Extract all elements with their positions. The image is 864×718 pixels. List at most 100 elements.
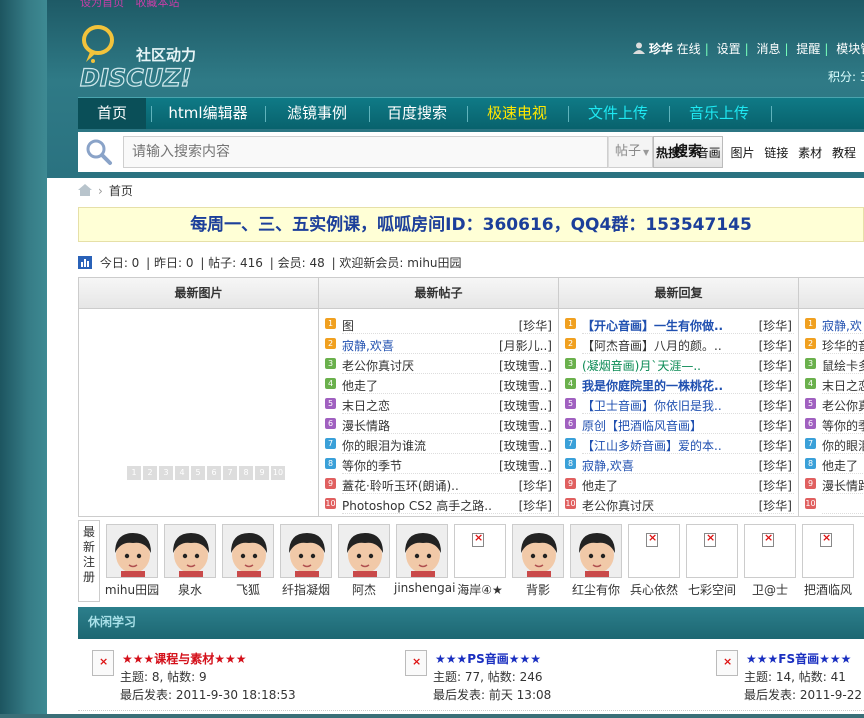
list-item[interactable]: 5 【卫士音画】你依旧是我.. [珍华] [559,394,798,414]
item-author[interactable]: [玫瑰雪..] [499,397,552,414]
item-author[interactable]: [珍华] [519,497,552,514]
nav-fast-tv[interactable]: 极速电视 [474,98,560,129]
member-name[interactable]: 七彩空间 [684,581,740,598]
notifications-link[interactable]: 提醒 [796,42,820,56]
list-item[interactable]: 4 末日之恋 [799,374,864,394]
member-name[interactable]: mihu田园 [104,581,160,598]
pager-number[interactable]: 1 [127,466,141,480]
member-card[interactable]: 飞狐 [220,524,276,598]
set-homepage-link[interactable]: 设为首页 [80,0,124,9]
modules-link[interactable]: 模块管 [836,42,864,56]
list-item[interactable]: 2 寂静,欢喜 [月影儿..] [319,334,558,354]
list-item[interactable]: 4 我是你庭院里的一株桃花.. [珍华] [559,374,798,394]
member-name[interactable]: jinshengai [394,581,455,595]
member-card[interactable]: 兵心依然 [626,524,682,598]
forum-icon[interactable] [405,650,427,676]
item-author[interactable]: [珍华] [759,337,792,354]
list-item[interactable]: 10 Photoshop CS2 高手之路.. [珍华] [319,494,558,514]
item-author[interactable]: [珍华] [519,477,552,494]
item-author[interactable]: [珍华] [759,357,792,374]
pager-number[interactable]: 6 [207,466,221,480]
member-card[interactable]: 海岸④★ [452,524,508,598]
item-title[interactable]: 【江山多娇音画】爱的本.. [582,437,752,454]
list-item[interactable]: 7 你的眼泪 [799,434,864,454]
list-item[interactable]: 8 他走了 [799,454,864,474]
avatar[interactable] [164,524,216,578]
item-author[interactable]: [珍华] [759,397,792,414]
item-title[interactable]: 你的眼泪 [822,437,864,454]
list-item[interactable]: 10 老公你真讨厌 [珍华] [559,494,798,514]
list-item[interactable]: 4 他走了 [玫瑰雪..] [319,374,558,394]
pager-number[interactable]: 9 [255,466,269,480]
list-item[interactable]: 9 他走了 [珍华] [559,474,798,494]
list-item[interactable]: 1 寂静,欢 [799,314,864,334]
item-author[interactable]: [月影儿..] [499,337,552,354]
member-name[interactable]: 海岸④★ [452,581,508,598]
list-item[interactable]: 6 原创【把酒临风音画】 [珍华] [559,414,798,434]
pager-number[interactable]: 3 [159,466,173,480]
item-title[interactable]: 【开心音画】一生有你做.. [582,317,752,334]
member-card[interactable]: 把酒临风 [800,524,856,598]
member-card[interactable]: 阿杰 [336,524,392,598]
list-item[interactable]: 2 珍华的音 [799,334,864,354]
pager-number[interactable]: 5 [191,466,205,480]
broken-image-icon[interactable] [628,524,680,578]
stat-newest-member[interactable]: mihu田园 [407,256,461,270]
list-item[interactable]: 8 等你的季节 [玫瑰雪..] [319,454,558,474]
item-title[interactable]: 你的眼泪为谁流 [342,437,512,454]
forum-last-post[interactable]: 最后发表: 2011-9-22 [744,686,862,703]
forum-last-post[interactable]: 最后发表: 2011-9-30 18:18:53 [120,686,296,703]
item-title[interactable]: 末日之恋 [342,397,512,414]
broken-image-icon[interactable] [744,524,796,578]
member-name[interactable]: 阿杰 [336,581,392,598]
pager-number[interactable]: 7 [223,466,237,480]
list-item[interactable]: 5 老公你真 [799,394,864,414]
hot-item[interactable]: 音画 [697,146,721,160]
search-type-select[interactable]: 帖子 ▼ [608,136,653,168]
forum-name[interactable]: ★★★课程与素材★★★ [122,650,247,667]
broken-image-icon[interactable] [802,524,854,578]
member-name[interactable]: 红尘有你 [568,581,624,598]
item-title[interactable]: 漫长情路 [822,477,864,494]
item-title[interactable]: 蓋花·聆听玉环(朗诵).. [342,477,512,494]
search-input[interactable] [123,136,608,168]
list-item[interactable]: 9 漫长情路 [799,474,864,494]
item-title[interactable]: 等你的季 [822,417,864,434]
pager-number[interactable]: 10 [271,466,285,480]
hot-item[interactable]: 教程 [832,146,856,160]
item-title[interactable]: 漫长情路 [342,417,512,434]
item-author[interactable]: [珍华] [759,417,792,434]
member-name[interactable]: 把酒临风 [800,581,856,598]
member-name[interactable]: 纤指凝烟 [278,581,334,598]
item-author[interactable]: [珍华] [759,477,792,494]
hot-item[interactable]: 链接 [764,146,788,160]
list-item[interactable]: 1 图 [珍华] [319,314,558,334]
pager-number[interactable]: 2 [143,466,157,480]
item-author[interactable]: [珍华] [759,497,792,514]
list-item[interactable]: 3 老公你真讨厌 [玫瑰雪..] [319,354,558,374]
list-item[interactable]: 3 鼠绘卡多 [799,354,864,374]
forum-icon[interactable] [716,650,738,676]
avatar[interactable] [512,524,564,578]
avatar[interactable] [396,524,448,578]
forum-name[interactable]: ★★★PS音画★★★ [435,650,541,667]
broken-image-icon[interactable] [686,524,738,578]
item-title[interactable]: 图 [342,317,512,334]
item-author[interactable]: [玫瑰雪..] [499,377,552,394]
nav-music-upload[interactable]: 音乐上传 [676,98,762,129]
item-author[interactable]: [珍华] [759,457,792,474]
forum-name[interactable]: ★★★FS音画★★★ [746,650,851,667]
item-title[interactable]: 【阿杰音画】八月的颜。.. [582,337,752,354]
pager-number[interactable]: 8 [239,466,253,480]
nav-home[interactable]: 首页 [78,98,146,129]
list-item[interactable]: 3 (凝烟音画)月`天涯—.. [珍华] [559,354,798,374]
member-card[interactable]: 纤指凝烟 [278,524,334,598]
breadcrumb-home[interactable]: 首页 [109,184,133,198]
item-title[interactable]: 老公你真讨厌 [582,497,752,514]
avatar[interactable] [280,524,332,578]
item-title[interactable]: 鼠绘卡多 [822,357,864,374]
list-item[interactable]: 2 【阿杰音画】八月的颜。.. [珍华] [559,334,798,354]
item-title[interactable]: 寂静,欢喜 [582,457,752,474]
item-title[interactable]: Photoshop CS2 高手之路.. [342,497,512,514]
member-card[interactable]: 红尘有你 [568,524,624,598]
